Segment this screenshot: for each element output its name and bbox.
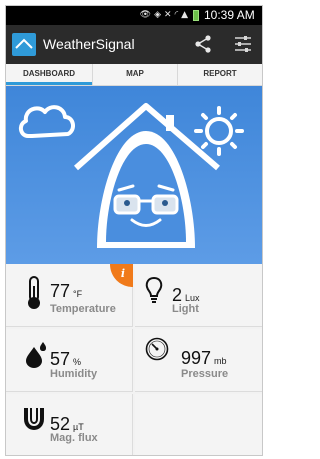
selected-tab-indicator xyxy=(6,82,92,85)
pressure-label: Pressure xyxy=(181,368,229,380)
sensor-humidity[interactable]: 57% Humidity xyxy=(6,329,133,392)
app-title: WeatherSignal xyxy=(43,36,135,52)
mag-flux-value: 52 xyxy=(50,414,71,434)
info-symbol: i xyxy=(121,267,125,280)
pressure-unit: mb xyxy=(214,356,227,366)
tab-report[interactable]: REPORT xyxy=(177,64,262,86)
wifi-icon: ◜ xyxy=(174,10,179,20)
temperature-value: 77 xyxy=(50,281,71,301)
sensor-pressure[interactable]: 997 mb Pressure xyxy=(135,329,262,392)
sensor-grid: 77 °F Temperature i 2 Lux Light 57 % Hum… xyxy=(6,264,262,455)
status-icons: 👁 ◈ ✕ ◜ ▲ xyxy=(140,9,188,22)
temperature-label: Temperature xyxy=(50,303,116,315)
share-icon[interactable] xyxy=(193,34,213,54)
mag-flux-unit: µT xyxy=(73,422,84,432)
sensor-empty-slot xyxy=(135,394,262,455)
magnet-icon xyxy=(24,408,44,430)
tab-map[interactable]: MAP xyxy=(92,64,177,86)
sensor-mag-flux[interactable]: 52 µT Mag. flux xyxy=(6,394,133,455)
light-label: Light xyxy=(172,303,199,315)
house-mascot-icon xyxy=(74,103,220,248)
battery-icon xyxy=(193,10,199,21)
tab-bar: DASHBOARD MAP REPORT xyxy=(6,64,262,86)
temperature-reading: 77 °F xyxy=(50,281,82,304)
signal-icon: ▲ xyxy=(181,10,188,20)
light-unit: Lux xyxy=(185,293,200,303)
thermometer-icon xyxy=(28,276,40,309)
status-bar: 👁 ◈ ✕ ◜ ▲ 10:39 AM xyxy=(6,6,262,25)
sensor-light[interactable]: 2 Lux Light xyxy=(135,264,262,327)
app-bar: WeatherSignal xyxy=(6,25,262,64)
light-value: 2 xyxy=(172,285,183,305)
humidity-label: Humidity xyxy=(50,368,98,380)
temperature-unit: °F xyxy=(73,289,83,299)
settings-sliders-icon[interactable] xyxy=(233,34,253,54)
light-bulb-icon xyxy=(145,276,163,303)
status-clock: 10:39 AM xyxy=(204,8,255,22)
hero-illustration xyxy=(6,86,262,264)
app-logo-icon[interactable] xyxy=(12,33,36,56)
pressure-value: 997 xyxy=(181,348,212,368)
cloud-icon xyxy=(19,105,75,138)
humidity-value: 57 xyxy=(50,349,71,369)
app-screen: 👁 ◈ ✕ ◜ ▲ 10:39 AM WeatherSignal DASHBOA… xyxy=(5,5,263,456)
pressure-gauge-icon xyxy=(145,337,169,361)
sun-icon xyxy=(194,106,244,156)
eye-icon: 👁 xyxy=(139,10,152,20)
mag-flux-label: Mag. flux xyxy=(50,432,98,444)
info-badge[interactable]: i xyxy=(110,264,133,287)
water-drops-icon xyxy=(26,342,46,368)
nfc-icon: ◈ xyxy=(154,10,162,20)
humidity-unit: % xyxy=(73,357,82,367)
mute-icon: ✕ xyxy=(164,10,172,20)
